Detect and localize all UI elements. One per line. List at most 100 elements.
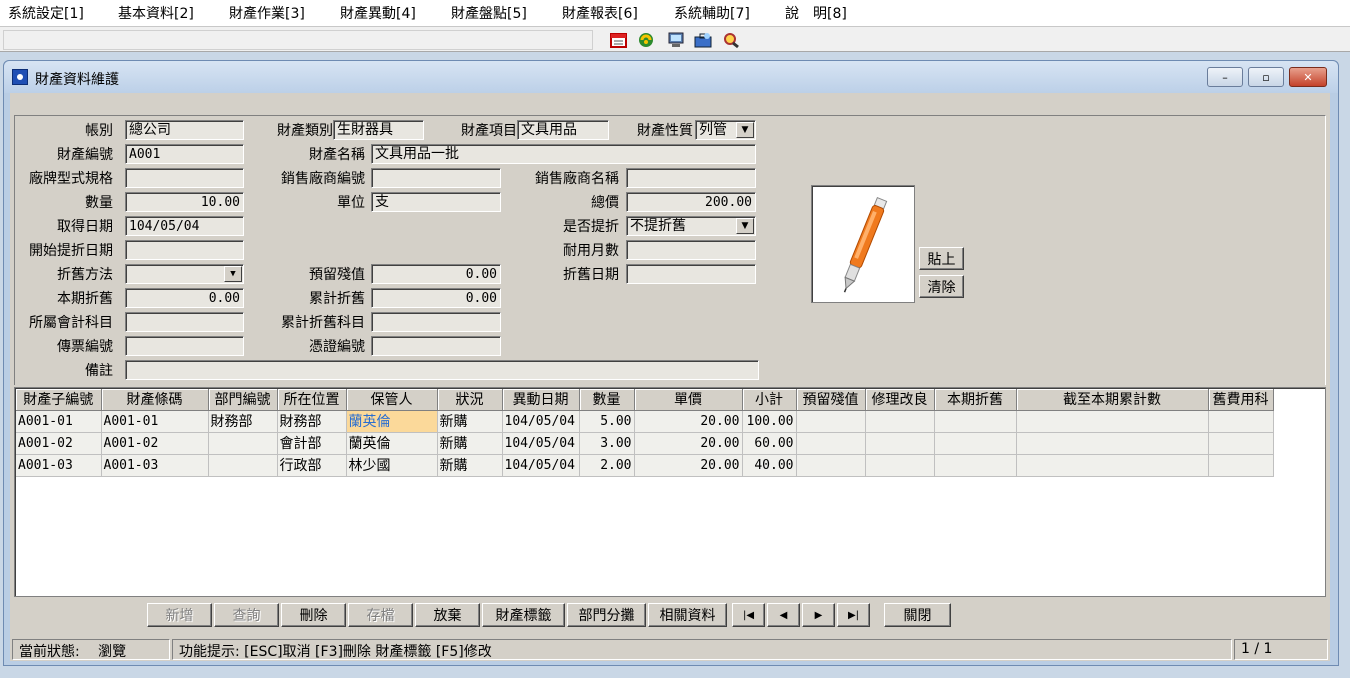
depr-method-select[interactable]: ▼ bbox=[125, 264, 244, 284]
cell-old-expense[interactable] bbox=[1208, 454, 1274, 477]
minimize-button[interactable]: – bbox=[1207, 67, 1243, 87]
query-button[interactable]: 查詢 bbox=[214, 603, 279, 627]
unit-field[interactable]: 支 bbox=[371, 192, 501, 212]
cell-residual[interactable] bbox=[796, 410, 866, 433]
cell-location[interactable]: 會計部 bbox=[277, 432, 347, 455]
start-depr-date-field[interactable] bbox=[125, 240, 244, 260]
col-header-old-expense[interactable]: 舊費用科 bbox=[1208, 389, 1274, 411]
cell-custodian[interactable]: 蘭英倫 bbox=[346, 432, 438, 455]
total-price-field[interactable]: 200.00 bbox=[626, 192, 756, 212]
menu-asset-changes[interactable]: 財產異動[4] bbox=[340, 3, 416, 23]
col-header-barcode[interactable]: 財產條碼 bbox=[101, 389, 209, 411]
cell-old-expense[interactable] bbox=[1208, 410, 1274, 433]
quantity-field[interactable]: 10.00 bbox=[125, 192, 244, 212]
menu-system-settings[interactable]: 系統設定[1] bbox=[8, 3, 84, 23]
menu-help[interactable]: 說 明[8] bbox=[785, 3, 847, 23]
table-row[interactable]: A001-01 A001-01 財務部 財務部 蘭英倫 新購 104/05/04… bbox=[16, 410, 1274, 433]
asset-no-field[interactable]: A001 bbox=[125, 144, 244, 164]
residual-field[interactable]: 0.00 bbox=[371, 264, 501, 284]
add-button[interactable]: 新增 bbox=[147, 603, 212, 627]
cell-improvement[interactable] bbox=[865, 432, 935, 455]
asset-category-field[interactable]: 生財器具 bbox=[333, 120, 424, 140]
delete-button[interactable]: 刪除 bbox=[281, 603, 346, 627]
remark-field[interactable] bbox=[125, 360, 759, 380]
cell-accumulated[interactable] bbox=[1016, 410, 1209, 433]
chevron-down-icon[interactable]: ▼ bbox=[736, 122, 754, 138]
cell-change-date[interactable]: 104/05/04 bbox=[502, 432, 580, 455]
col-header-change-date[interactable]: 異動日期 bbox=[502, 389, 580, 411]
cell-subtotal[interactable]: 100.00 bbox=[742, 410, 797, 433]
cell-unit-price[interactable]: 20.00 bbox=[634, 454, 743, 477]
menu-basic-data[interactable]: 基本資料[2] bbox=[118, 3, 194, 23]
cell-unit-price[interactable]: 20.00 bbox=[634, 410, 743, 433]
vendor-name-field[interactable] bbox=[626, 168, 756, 188]
recycle-icon[interactable] bbox=[635, 30, 657, 50]
brand-spec-field[interactable] bbox=[125, 168, 244, 188]
acquire-date-field[interactable]: 104/05/04 bbox=[125, 216, 244, 236]
depr-date-field[interactable] bbox=[626, 264, 756, 284]
cell-dept-no[interactable] bbox=[208, 454, 278, 477]
asset-nature-select[interactable]: 列管 ▼ bbox=[695, 120, 756, 140]
related-data-button[interactable]: 相關資料 bbox=[648, 603, 727, 627]
col-header-improvement[interactable]: 修理改良 bbox=[865, 389, 935, 411]
cell-barcode[interactable]: A001-03 bbox=[101, 454, 209, 477]
save-button[interactable]: 存檔 bbox=[348, 603, 413, 627]
cell-barcode[interactable]: A001-02 bbox=[101, 432, 209, 455]
search-icon[interactable] bbox=[720, 30, 742, 50]
chevron-down-icon[interactable]: ▼ bbox=[224, 266, 242, 282]
col-header-unit-price[interactable]: 單價 bbox=[634, 389, 743, 411]
vendor-no-field[interactable] bbox=[371, 168, 501, 188]
close-button[interactable]: 關閉 bbox=[884, 603, 951, 627]
cell-sub-no[interactable]: A001-03 bbox=[16, 454, 102, 477]
cell-status[interactable]: 新購 bbox=[437, 432, 503, 455]
abandon-button[interactable]: 放棄 bbox=[415, 603, 480, 627]
col-header-residual[interactable]: 預留殘值 bbox=[796, 389, 866, 411]
chevron-down-icon[interactable]: ▼ bbox=[736, 218, 754, 234]
col-header-accumulated[interactable]: 截至本期累計數 bbox=[1016, 389, 1209, 411]
dept-split-button[interactable]: 部門分攤 bbox=[567, 603, 646, 627]
asset-tag-button[interactable]: 財產標籤 bbox=[482, 603, 565, 627]
period-depr-field[interactable]: 0.00 bbox=[125, 288, 244, 308]
depreciate-flag-select[interactable]: 不提折舊 ▼ bbox=[626, 216, 756, 236]
cell-custodian[interactable]: 林少國 bbox=[346, 454, 438, 477]
col-header-location[interactable]: 所在位置 bbox=[277, 389, 347, 411]
menu-asset-reports[interactable]: 財產報表[6] bbox=[562, 3, 638, 23]
cell-sub-no[interactable]: A001-02 bbox=[16, 432, 102, 455]
accum-depr-field[interactable]: 0.00 bbox=[371, 288, 501, 308]
maximize-button[interactable]: ▫ bbox=[1248, 67, 1284, 87]
cell-location[interactable]: 財務部 bbox=[277, 410, 347, 433]
cell-change-date[interactable]: 104/05/04 bbox=[502, 410, 580, 433]
col-header-status[interactable]: 狀況 bbox=[437, 389, 503, 411]
col-header-custodian[interactable]: 保管人 bbox=[346, 389, 438, 411]
col-header-subtotal[interactable]: 小計 bbox=[742, 389, 797, 411]
asset-item-field[interactable]: 文具用品 bbox=[517, 120, 609, 140]
computer-icon[interactable] bbox=[665, 30, 687, 50]
menu-system-tools[interactable]: 系統輔助[7] bbox=[674, 3, 750, 23]
cell-sub-no[interactable]: A001-01 bbox=[16, 410, 102, 433]
menu-asset-inventory[interactable]: 財產盤點[5] bbox=[451, 3, 527, 23]
cell-period-depr[interactable] bbox=[934, 454, 1017, 477]
close-window-button[interactable]: ✕ bbox=[1289, 67, 1327, 87]
window-titlebar[interactable]: 財產資料維護 – ▫ ✕ bbox=[4, 61, 1338, 93]
col-header-dept-no[interactable]: 部門編號 bbox=[208, 389, 278, 411]
cell-quantity[interactable]: 5.00 bbox=[579, 410, 635, 433]
voucher-no-field[interactable] bbox=[125, 336, 244, 356]
col-header-period-depr[interactable]: 本期折舊 bbox=[934, 389, 1017, 411]
cell-quantity[interactable]: 3.00 bbox=[579, 432, 635, 455]
toolbox-icon[interactable] bbox=[692, 30, 714, 50]
asset-detail-grid[interactable]: 財產子編號 財產條碼 部門編號 所在位置 保管人 狀況 異動日期 數量 單價 小… bbox=[14, 387, 1326, 597]
cell-improvement[interactable] bbox=[865, 410, 935, 433]
cell-residual[interactable] bbox=[796, 454, 866, 477]
asset-name-field[interactable]: 文具用品一批 bbox=[371, 144, 756, 164]
cell-change-date[interactable]: 104/05/04 bbox=[502, 454, 580, 477]
cell-old-expense[interactable] bbox=[1208, 432, 1274, 455]
cell-period-depr[interactable] bbox=[934, 410, 1017, 433]
cell-accumulated[interactable] bbox=[1016, 454, 1209, 477]
cell-status[interactable]: 新購 bbox=[437, 410, 503, 433]
cell-period-depr[interactable] bbox=[934, 432, 1017, 455]
cell-subtotal[interactable]: 40.00 bbox=[742, 454, 797, 477]
cell-quantity[interactable]: 2.00 bbox=[579, 454, 635, 477]
useful-months-field[interactable] bbox=[626, 240, 756, 260]
accum-depr-subject-field[interactable] bbox=[371, 312, 501, 332]
cell-barcode[interactable]: A001-01 bbox=[101, 410, 209, 433]
